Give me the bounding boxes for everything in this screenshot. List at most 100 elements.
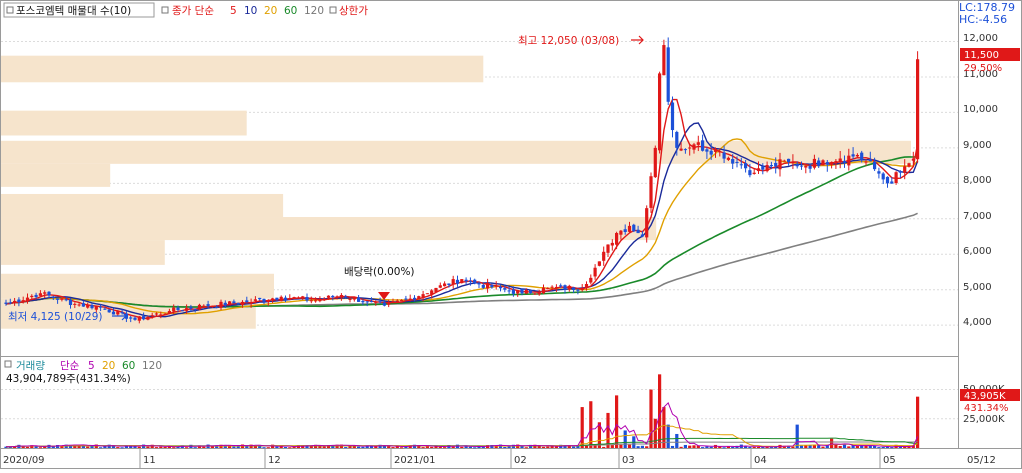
volume-bar bbox=[572, 446, 576, 448]
candle-body bbox=[47, 291, 51, 296]
volume-bar bbox=[400, 447, 404, 449]
candle-body bbox=[688, 147, 692, 149]
price-tick-8000: 8,000 bbox=[963, 175, 992, 186]
volume-bar bbox=[670, 445, 675, 448]
indicator-title: 포스코엠텍 매물대 수(10) bbox=[16, 5, 131, 17]
candle-body bbox=[17, 299, 21, 303]
candle-body bbox=[455, 279, 460, 284]
candle-body bbox=[25, 297, 30, 302]
volume-bar bbox=[38, 447, 42, 449]
volume-bar bbox=[649, 389, 653, 448]
candle-body bbox=[774, 162, 778, 167]
limit-checkbox-icon[interactable] bbox=[329, 6, 337, 14]
candle-body bbox=[550, 286, 554, 288]
candle-body bbox=[344, 296, 348, 298]
candle-body bbox=[873, 161, 877, 170]
date-label-05-12: 05/12 bbox=[967, 455, 996, 466]
volume-bar bbox=[154, 447, 159, 449]
candle-body bbox=[890, 181, 894, 184]
volume-bar bbox=[460, 446, 464, 448]
ma-period-60: 60 bbox=[284, 5, 297, 17]
volume-bar bbox=[524, 447, 528, 449]
volume-bar bbox=[847, 446, 851, 448]
candle-body bbox=[494, 285, 498, 287]
volume-bar bbox=[387, 446, 391, 448]
candle-body bbox=[94, 306, 98, 310]
candle-body bbox=[365, 301, 369, 303]
candle-body bbox=[283, 297, 288, 300]
high-annotation: 최고 12,050 (03/08) bbox=[518, 35, 619, 47]
volume-title: 거래량 bbox=[16, 360, 45, 372]
volume-bar bbox=[830, 438, 834, 448]
candle-body bbox=[739, 164, 743, 166]
candle-body bbox=[778, 159, 782, 170]
candle-body bbox=[683, 149, 687, 151]
candle-body bbox=[249, 302, 253, 304]
date-label-2020-09: 2020/09 bbox=[3, 455, 45, 466]
candle-body bbox=[464, 279, 468, 282]
candle-body bbox=[589, 277, 593, 283]
volume-profile-bar bbox=[1, 163, 111, 187]
date-label-04: 04 bbox=[754, 455, 767, 466]
candle-body bbox=[782, 160, 786, 162]
candle-body bbox=[834, 161, 838, 163]
candle-body bbox=[56, 298, 60, 300]
candle-body bbox=[189, 306, 193, 309]
price-tick-5000: 5,000 bbox=[963, 282, 992, 293]
candle-body bbox=[855, 154, 859, 157]
candle-body bbox=[352, 297, 356, 300]
candle-body bbox=[511, 289, 515, 294]
candle-body bbox=[825, 162, 829, 165]
volume-bar bbox=[722, 447, 726, 449]
volume-bar bbox=[675, 433, 679, 448]
candle-body bbox=[799, 165, 804, 167]
volume-bar bbox=[232, 446, 236, 448]
candle-body bbox=[808, 165, 812, 169]
candle-body bbox=[322, 298, 326, 300]
hc-value: HC:-4.56 bbox=[959, 13, 1007, 26]
candle-body bbox=[8, 302, 12, 304]
candle-body bbox=[817, 160, 821, 167]
candle-body bbox=[623, 229, 627, 232]
price-tick-9000: 9,000 bbox=[963, 140, 992, 151]
date-label-12: 12 bbox=[268, 455, 281, 466]
candle-body bbox=[417, 296, 421, 299]
candle-body bbox=[911, 158, 915, 161]
candle-body bbox=[275, 297, 279, 300]
price-legend[interactable]: 포스코엠텍 매물대 수(10) 종가 단순 5 10 20 60 120 상한가 bbox=[3, 2, 368, 18]
candle-body bbox=[619, 230, 623, 235]
candle-body bbox=[309, 300, 313, 302]
volume-bar bbox=[623, 430, 627, 448]
volume-bar bbox=[443, 447, 447, 449]
candle-body bbox=[735, 161, 739, 163]
candle-body bbox=[180, 310, 184, 312]
candle-body bbox=[520, 288, 524, 294]
candle-body bbox=[769, 164, 773, 166]
volume-bar bbox=[283, 447, 288, 449]
date-label-03: 03 bbox=[622, 455, 635, 466]
volume-bar bbox=[602, 446, 606, 448]
candle-body bbox=[348, 298, 352, 300]
candle-body bbox=[357, 297, 361, 302]
volume-bar bbox=[898, 446, 902, 448]
candle-body bbox=[812, 158, 816, 168]
candle-body bbox=[296, 297, 300, 299]
candle-body bbox=[262, 298, 266, 302]
stock-chart[interactable]: 12,000 11,000 10,000 9,000 8,000 7,000 6… bbox=[0, 0, 1022, 469]
volume-bar bbox=[731, 446, 735, 448]
volume-tick-25000k: 25,000K bbox=[963, 414, 1005, 425]
indicator-checkbox-icon[interactable] bbox=[6, 6, 14, 14]
candle-body bbox=[193, 308, 197, 310]
candle-body bbox=[524, 289, 528, 294]
candle-body bbox=[425, 293, 429, 295]
candle-body bbox=[111, 311, 116, 315]
volume-checkbox-icon[interactable] bbox=[4, 360, 12, 368]
candle-body bbox=[756, 168, 761, 172]
candle-body bbox=[473, 279, 477, 284]
volume-bar bbox=[86, 446, 90, 448]
ma-checkbox-icon[interactable] bbox=[161, 6, 169, 14]
candle-body bbox=[146, 316, 150, 320]
volume-bar bbox=[808, 445, 812, 448]
candle-body bbox=[898, 171, 902, 173]
candle-body bbox=[907, 163, 911, 167]
